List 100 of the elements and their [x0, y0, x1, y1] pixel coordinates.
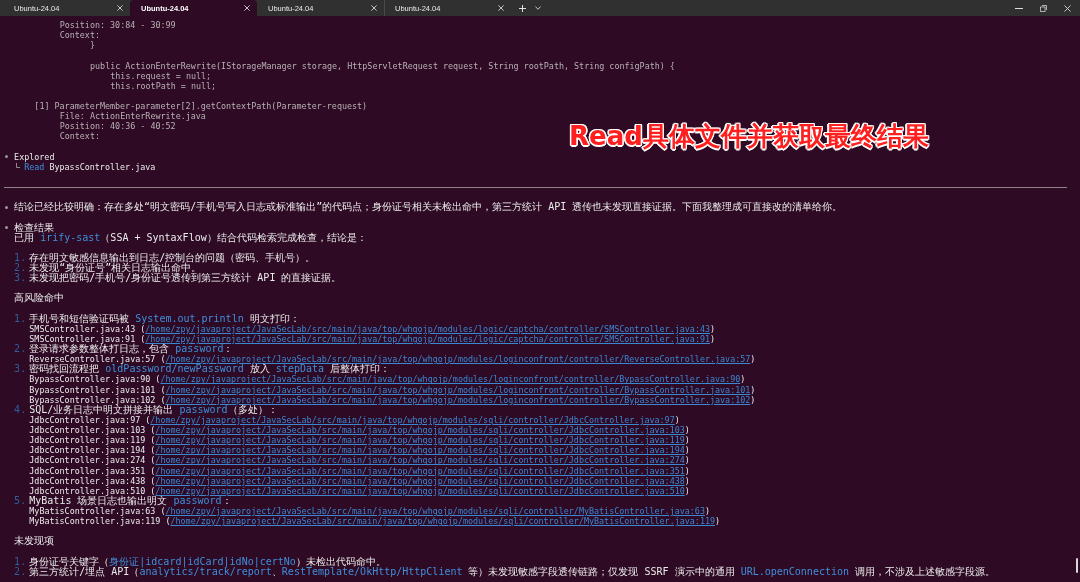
- match-heading: [1] ParameterMember-parameter[2].getContextPath(Parameter-request): [34, 101, 368, 112]
- list-number: 1.: [14, 313, 28, 324]
- list-number: 2.: [14, 344, 28, 355]
- chevron-down-icon[interactable]: [535, 6, 541, 10]
- plus-icon[interactable]: [519, 4, 526, 12]
- list-number: 4.: [14, 404, 28, 415]
- match-field: Position: 40:36 - 40:52: [59, 121, 176, 132]
- file-location-text: JdbcController.java:194 (: [29, 445, 156, 456]
- list-item-text: 存在明文敏感信息输出到日志/控制台的问题（密码、手机号）。: [29, 252, 316, 263]
- close-icon[interactable]: [117, 5, 123, 11]
- list-item-text: 手机号和短信验证码被 System.out.println 明文打印：: [29, 313, 300, 324]
- code-line: }: [90, 40, 96, 51]
- file-path-link[interactable]: /home/zpy/javaproject/JavaSecLab/src/main/java/top/whgojp/modules/sqli/controller/JdbcController.java:119: [155, 435, 685, 446]
- file-path-link[interactable]: /home/zpy/javaproject/JavaSecLab/src/main/java/top/whgojp/modules/loginconfront/controller/BypassController.java:102: [165, 394, 751, 405]
- file-location-text: JdbcController.java:97 (: [29, 414, 151, 425]
- file-path-link[interactable]: /home/zpy/javaproject/JavaSecLab/src/main/java/top/whgojp/modules/sqli/controller/JdbcController.java:438: [155, 475, 685, 486]
- file-path-link[interactable]: /home/zpy/javaproject/JavaSecLab/src/main/java/top/whgojp/modules/sqli/controller/JdbcController.java:194: [155, 445, 685, 456]
- file-path-link[interactable]: /home/zpy/javaproject/JavaSecLab/src/main/java/top/whgojp/modules/sqli/controller/JdbcController.java:97: [150, 414, 675, 425]
- file-location-text: BypassController.java:102 (: [29, 394, 166, 405]
- file-path-link[interactable]: /home/zpy/javaproject/JavaSecLab/src/main/java/top/whgojp/modules/sqli/controller/JdbcController.java:351: [155, 465, 685, 476]
- paren-text: ): [684, 435, 690, 446]
- file-location-text: JdbcController.java:438 (: [29, 475, 156, 486]
- paren-text: ): [750, 384, 756, 395]
- code-line: this.rootPath = null;: [110, 80, 217, 91]
- paren-text: ): [684, 455, 690, 466]
- file-location-text: BypassController.java:101 (: [29, 384, 166, 395]
- summary-text: 结论已经比较明确：存在多处“明文密码/手机号写入日志或标准输出”的代码点；身份证号相关未检出命中，第三方统计 API 透传也未发现直接证据。下面我整理成可直接改的清单给你。: [14, 202, 843, 213]
- file-path-link[interactable]: /home/zpy/javaproject/JavaSecLab/src/main/java/top/whgojp/modules/sqli/controller/JdbcController.java:510: [155, 485, 685, 496]
- code-line: this.request = null;: [110, 70, 212, 81]
- list-number: 3.: [14, 364, 28, 375]
- explored-label: Explored: [14, 151, 55, 162]
- list-number: 5.: [14, 495, 28, 506]
- list-number: 1.: [14, 252, 28, 263]
- paren-text: ): [740, 374, 746, 385]
- bullet-icon: [5, 205, 8, 209]
- file-location-text: JdbcController.java:510 (: [29, 485, 156, 496]
- file-path-link[interactable]: /home/zpy/javaproject/JavaSecLab/src/main/java/top/whgojp/modules/sqli/controller/MyBatisController.java:119: [170, 516, 716, 527]
- file-path-link[interactable]: /home/zpy/javaproject/JavaSecLab/src/main/java/top/whgojp/modules/loginconfront/controller/BypassController.java:101: [165, 384, 751, 395]
- file-location-text: JdbcController.java:274 (: [29, 455, 156, 466]
- tree-branch-icon: [16, 163, 21, 169]
- file-location-text: SMSController.java:43 (: [29, 323, 146, 334]
- match-field: File: ActionEnterRewrite.java: [59, 111, 206, 122]
- close-icon[interactable]: [1064, 4, 1071, 12]
- intro-text: 已用 irify-sast（SSA + SyntaxFlow）结合代码检索完成检查，结论是：: [14, 232, 367, 243]
- file-path-link[interactable]: /home/zpy/javaproject/JavaSecLab/src/main/java/top/whgojp/modules/logic/captcha/controller/SMSController.java:91: [145, 333, 710, 344]
- file-location-text: JdbcController.java:103 (: [29, 425, 156, 436]
- file-location-text: MyBatisController.java:63 (: [29, 506, 166, 517]
- paren-text: ): [684, 445, 690, 456]
- file-path-link[interactable]: /home/zpy/javaproject/JavaSecLab/src/main/java/top/whgojp/modules/logic/captcha/controller/SMSController.java:43: [145, 323, 710, 334]
- paren-text: ): [684, 475, 690, 486]
- match-field: Context:: [59, 131, 100, 142]
- list-number: 3.: [14, 273, 28, 284]
- code-line: public ActionEnterRewrite(IStorageManager storage, HttpServletRequest request, String rootPath, String configPath) {: [90, 60, 675, 71]
- file-path-link[interactable]: /home/zpy/javaproject/JavaSecLab/src/main/java/top/whgojp/modules/loginconfront/controller/ReverseController.java:57: [165, 354, 751, 365]
- paren-text: ): [684, 465, 690, 476]
- file-location-text: MyBatisController.java:119 (: [29, 516, 171, 527]
- paren-text: ): [710, 323, 716, 334]
- list-item-text: MyBatis 场景日志也输出明文 password：: [29, 495, 232, 506]
- annotation-caption: Read具体文件并获取最终结果: [569, 121, 929, 151]
- list-item-text: 未发现把密码/手机号/身份证号透传到第三方统计 API 的直接证据。: [29, 273, 342, 284]
- paren-text: ): [710, 333, 716, 344]
- close-icon[interactable]: [498, 5, 504, 11]
- file-location-text: ReverseController.java:57 (: [29, 354, 166, 365]
- list-number: 2.: [14, 263, 28, 273]
- file-path-link[interactable]: /home/zpy/javaproject/JavaSecLab/src/main/java/top/whgojp/modules/sqli/controller/JdbcController.java:274: [155, 455, 685, 466]
- restore-icon[interactable]: [1040, 4, 1047, 12]
- file-path-link[interactable]: /home/zpy/javaproject/JavaSecLab/src/main/java/top/whgojp/modules/loginconfront/controller/BypassController.java:90: [160, 374, 741, 385]
- bullet-icon: [5, 226, 8, 230]
- list-item-text: 第三方统计/埋点 API（analytics/track/report、RestTemplate/OkHttp/HttpClient 等）未发现敏感字段透传链路；仅发现 SSRF 演示中的通用 URL.openConnection 调用，不涉及上述敏感字段源。: [29, 566, 996, 577]
- file-path-link[interactable]: /home/zpy/javaproject/JavaSecLab/src/main/java/top/whgojp/modules/sqli/controller/MyBatisController.java:63: [165, 506, 705, 517]
- paren-text: ): [674, 414, 680, 425]
- section-heading: 检查结果: [14, 222, 55, 233]
- section-heading: 高风险命中: [14, 293, 65, 304]
- file-location-text: JdbcController.java:351 (: [29, 465, 156, 476]
- list-item-text: 身份证号关键字（身份证|idcard|idCard|idNo|certNo）未检出代码命中。: [29, 556, 386, 567]
- scrollbar-thumb[interactable]: [1076, 558, 1078, 573]
- close-icon[interactable]: [244, 5, 250, 11]
- file-location-text: JdbcController.java:119 (: [29, 435, 156, 446]
- section-heading: 未发现项: [14, 536, 55, 547]
- match-field: Context:: [59, 30, 100, 41]
- file-path-link[interactable]: /home/zpy/javaproject/JavaSecLab/src/main/java/top/whgojp/modules/sqli/controller/JdbcController.java:103: [155, 425, 685, 436]
- list-item-text: 密码找回流程把 oldPassword/newPassword 放入 stepData 后整体打印：: [29, 364, 391, 375]
- bullet-icon: [5, 155, 8, 159]
- list-item-text: 登录请求参数整体打日志，包含 password：: [29, 344, 234, 355]
- list-item-text: SQL/业务日志中明文拼接并输出 password（多处）：: [29, 404, 278, 415]
- explored-entry: Read BypassController.java: [24, 161, 156, 172]
- paren-text: ): [750, 394, 756, 405]
- file-location-text: SMSController.java:91 (: [29, 333, 146, 344]
- paren-text: ): [750, 354, 756, 365]
- minimize-icon[interactable]: [1015, 7, 1023, 9]
- paren-text: ): [684, 485, 690, 496]
- close-icon[interactable]: [371, 5, 377, 11]
- list-number: 1.: [14, 556, 28, 567]
- paren-text: ): [715, 516, 721, 527]
- paren-text: ): [704, 506, 710, 517]
- file-location-text: BypassController.java:90 (: [29, 374, 161, 385]
- paren-text: ): [684, 425, 690, 436]
- list-number: 2.: [14, 566, 28, 577]
- match-field: Position: 30:84 - 30:99: [59, 20, 176, 31]
- list-item-text: 未发现“身份证号”相关日志输出命中。: [29, 263, 202, 273]
